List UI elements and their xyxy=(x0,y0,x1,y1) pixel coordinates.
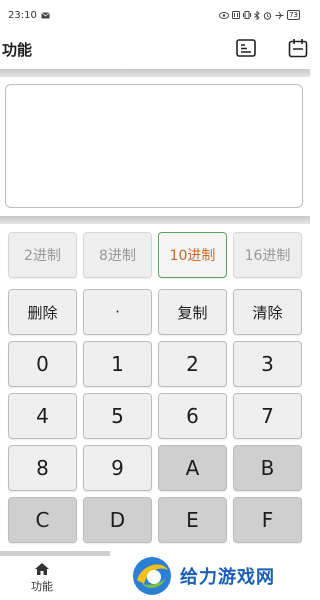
battery-icon: 73 xyxy=(287,10,300,20)
watermark-logo-icon xyxy=(133,557,171,595)
tab-home-label: 功能 xyxy=(31,580,53,593)
status-right: 73 xyxy=(219,10,310,20)
eye-icon xyxy=(219,11,230,19)
key-7[interactable]: 7 xyxy=(233,393,302,439)
number-input-area[interactable] xyxy=(5,84,303,208)
key-c[interactable]: C xyxy=(8,497,77,543)
base-16-button[interactable]: 16进制 xyxy=(233,232,302,278)
airplane-icon xyxy=(275,11,284,19)
key-5[interactable]: 5 xyxy=(83,393,152,439)
tab-home[interactable]: 功能 xyxy=(20,562,64,598)
key-a[interactable]: A xyxy=(158,445,227,491)
base-10-button[interactable]: 10进制 xyxy=(158,232,227,278)
delete-button[interactable]: 删除 xyxy=(8,289,77,335)
key-3[interactable]: 3 xyxy=(233,341,302,387)
key-e[interactable]: E xyxy=(158,497,227,543)
page-title: 功能 xyxy=(2,41,33,59)
key-8[interactable]: 8 xyxy=(8,445,77,491)
dot-button[interactable]: · xyxy=(83,289,152,335)
watermark-text: 给力游戏网 xyxy=(180,567,275,588)
calendar-button[interactable] xyxy=(286,36,310,60)
calendar-icon xyxy=(288,39,308,58)
key-4[interactable]: 4 xyxy=(8,393,77,439)
status-left: 23:10 xyxy=(0,10,50,21)
list-icon xyxy=(236,39,256,57)
key-d[interactable]: D xyxy=(83,497,152,543)
copy-button[interactable]: 复制 xyxy=(158,289,227,335)
watermark-logo: 给力游戏网 xyxy=(130,552,310,600)
bluetooth-icon xyxy=(254,10,260,20)
clear-button[interactable]: 清除 xyxy=(233,289,302,335)
alarm-icon xyxy=(263,11,272,20)
key-9[interactable]: 9 xyxy=(83,445,152,491)
nfc-icon xyxy=(232,11,241,19)
key-1[interactable]: 1 xyxy=(83,341,152,387)
key-2[interactable]: 2 xyxy=(158,341,227,387)
base-2-button[interactable]: 2进制 xyxy=(8,232,77,278)
message-icon xyxy=(41,11,50,18)
base-8-button[interactable]: 8进制 xyxy=(83,232,152,278)
status-bar: 23:10 73 xyxy=(0,0,310,30)
home-icon xyxy=(35,563,49,575)
status-time: 23:10 xyxy=(8,9,37,21)
input-divider xyxy=(0,216,310,224)
key-b[interactable]: B xyxy=(233,445,302,491)
app-header: 功能 xyxy=(0,30,310,68)
header-divider xyxy=(0,69,310,77)
vibrate-icon xyxy=(243,11,252,19)
key-f[interactable]: F xyxy=(233,497,302,543)
key-6[interactable]: 6 xyxy=(158,393,227,439)
history-list-button[interactable] xyxy=(234,36,258,60)
key-0[interactable]: 0 xyxy=(8,341,77,387)
